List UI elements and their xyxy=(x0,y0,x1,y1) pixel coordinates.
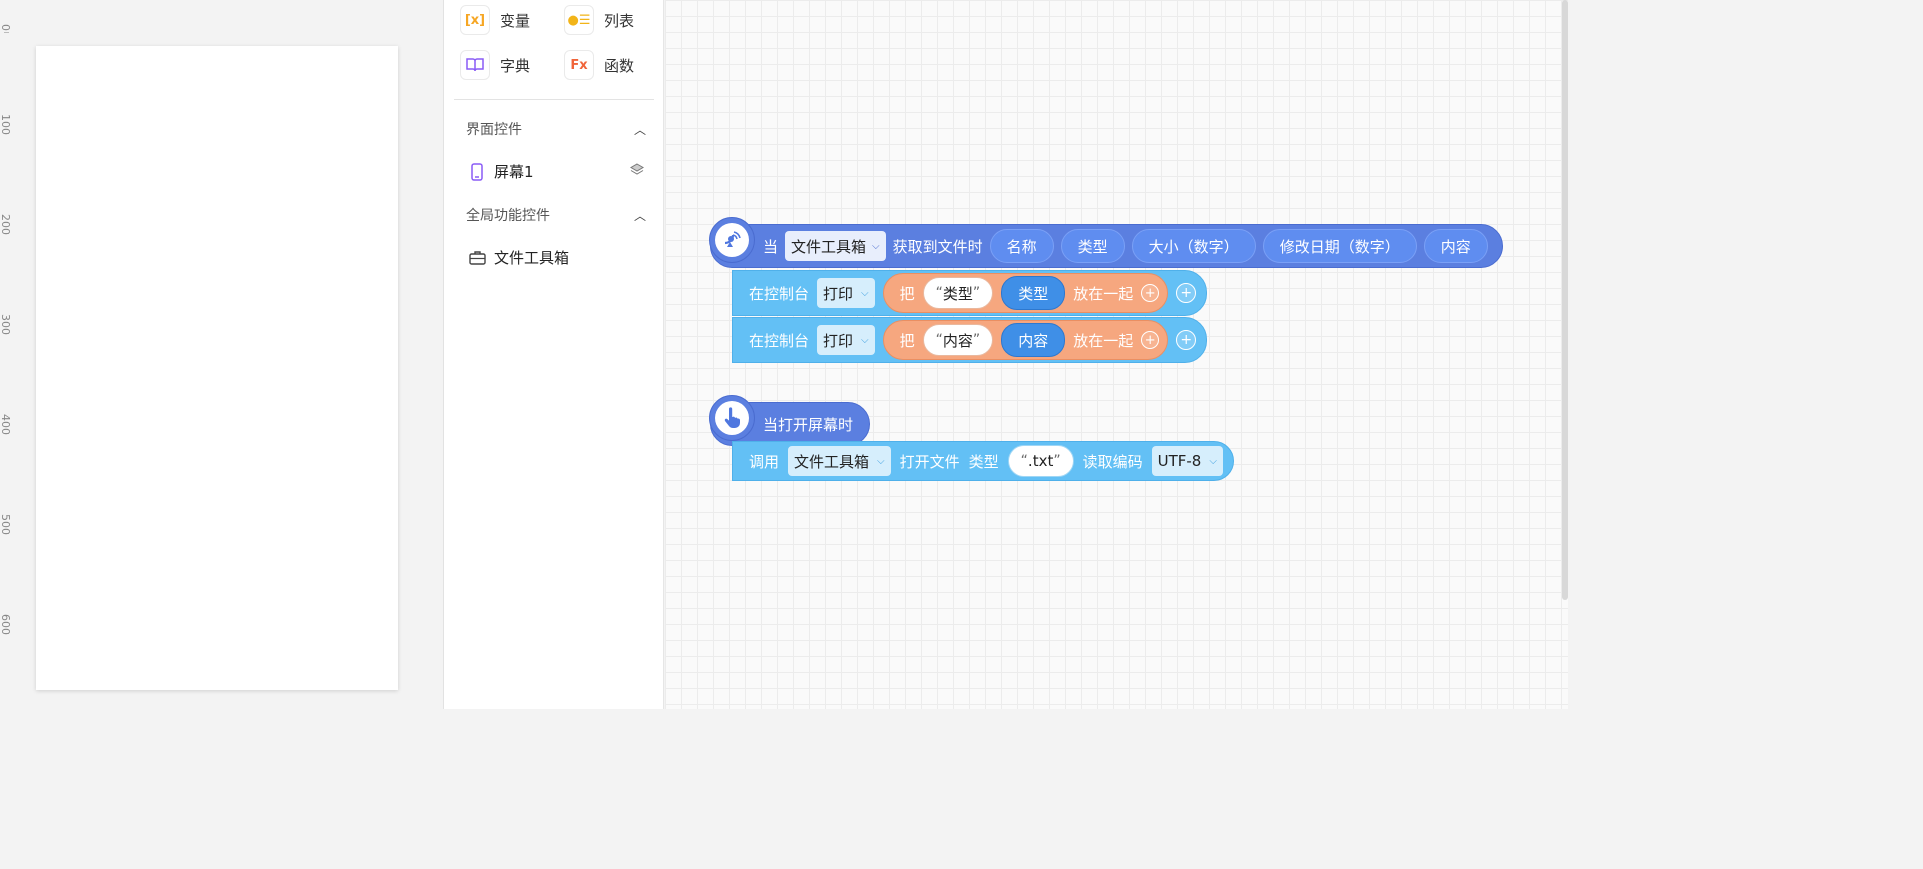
variable-label: 类型 xyxy=(1018,284,1049,303)
ruler-mark xyxy=(4,32,9,33)
chevron-down-icon: ⌵ xyxy=(872,240,880,252)
param-type[interactable]: 类型 xyxy=(1060,229,1125,263)
call-label: 调用 xyxy=(749,452,780,471)
satellite-icon xyxy=(709,217,755,263)
chevron-up-icon[interactable]: ︿ xyxy=(634,121,646,138)
function-icon: Fx xyxy=(564,50,594,80)
call-open-file-block[interactable]: 调用 文件工具箱 ⌵ 打开文件 类型 “.txt” 读取编码 UTF-8 ⌵ xyxy=(732,441,1234,481)
chevron-down-icon: ⌵ xyxy=(861,287,869,299)
param-label: 修改日期（数字） xyxy=(1279,237,1400,256)
when-label: 当 xyxy=(763,237,779,256)
book-icon xyxy=(460,50,490,80)
join-block[interactable]: 把 “类型” 类型 放在一起 + xyxy=(882,273,1169,313)
section-title: 全局功能控件 xyxy=(466,208,550,224)
list-icon: ●☰ xyxy=(564,5,594,35)
string-literal[interactable]: “内容” xyxy=(922,324,994,356)
plus-icon[interactable]: + xyxy=(1141,284,1160,302)
plus-icon[interactable]: + xyxy=(1176,283,1197,303)
join-suffix: 放在一起 xyxy=(1073,331,1134,350)
tool-variable[interactable]: [x] 变量 xyxy=(460,4,530,36)
chevron-down-icon: ⌵ xyxy=(1209,455,1217,467)
action-dropdown[interactable]: 打印 ⌵ xyxy=(817,325,875,355)
statement-label: 在控制台 xyxy=(749,284,810,303)
variable-icon: [x] xyxy=(460,5,490,35)
section-ui-controls[interactable]: 界面控件 ︿ xyxy=(466,119,646,139)
string-value: 内容 xyxy=(942,331,973,350)
console-print-block[interactable]: 在控制台 打印 ⌵ 把 “类型” 类型 放在一起 + + xyxy=(732,270,1208,316)
chevron-down-icon: ⌵ xyxy=(877,455,885,467)
vertical-ruler: 0 100 200 300 400 500 600 xyxy=(0,0,14,709)
param-label: 名称 xyxy=(1006,237,1037,256)
param-label: 内容 xyxy=(1440,237,1471,256)
block-palette: [x] 变量 ●☰ 列表 字典 Fx 函数 界面控件 ︿ 屏幕1 全局功能控件 … xyxy=(444,0,664,709)
variable-reference[interactable]: 内容 xyxy=(1001,323,1066,357)
chevron-up-icon[interactable]: ︿ xyxy=(634,207,646,224)
section-title: 界面控件 xyxy=(466,122,522,138)
param-label: 大小（数字） xyxy=(1148,237,1239,256)
tool-list[interactable]: ●☰ 列表 xyxy=(564,4,634,36)
blocks-workspace[interactable]: 当 文件工具箱 ⌵ 获取到文件时 名称 类型 大小（数字） 修改日期（数字） 内… xyxy=(665,0,1568,709)
tool-label: 字典 xyxy=(500,56,531,75)
join-label: 把 xyxy=(899,331,915,350)
variable-reference[interactable]: 类型 xyxy=(1001,276,1066,310)
tool-function[interactable]: Fx 函数 xyxy=(564,49,634,81)
console-print-block[interactable]: 在控制台 打印 ⌵ 把 “内容” 内容 放在一起 + + xyxy=(732,317,1208,363)
component-dropdown[interactable]: 文件工具箱 ⌵ xyxy=(785,231,886,261)
component-dropdown[interactable]: 文件工具箱 ⌵ xyxy=(788,446,891,476)
file-toolbox-item[interactable]: 文件工具箱 xyxy=(468,247,644,268)
param-size[interactable]: 大小（数字） xyxy=(1131,229,1256,263)
palette-divider xyxy=(454,99,654,100)
dropdown-value: 文件工具箱 xyxy=(791,237,867,256)
plus-icon[interactable]: + xyxy=(1176,330,1197,350)
param-label: 类型 xyxy=(1077,237,1108,256)
join-suffix: 放在一起 xyxy=(1073,284,1134,303)
screen-preview[interactable] xyxy=(36,46,398,690)
string-value: 类型 xyxy=(942,284,973,303)
param-name[interactable]: 名称 xyxy=(989,229,1054,263)
phone-icon xyxy=(468,162,486,181)
event-label: 当打开屏幕时 xyxy=(763,415,854,434)
encoding-label: 读取编码 xyxy=(1082,452,1143,471)
tool-label: 函数 xyxy=(604,56,635,75)
param-modified-date[interactable]: 修改日期（数字） xyxy=(1262,229,1417,263)
plus-icon[interactable]: + xyxy=(1141,331,1160,349)
variable-label: 内容 xyxy=(1018,331,1049,350)
join-label: 把 xyxy=(899,284,915,303)
string-literal[interactable]: “类型” xyxy=(922,277,994,309)
screen-item-label: 屏幕1 xyxy=(494,163,534,181)
string-literal[interactable]: “.txt” xyxy=(1007,445,1074,477)
dropdown-value: 打印 xyxy=(823,284,854,303)
encoding-dropdown[interactable]: UTF-8 ⌵ xyxy=(1151,446,1223,476)
dropdown-value: UTF-8 xyxy=(1157,452,1202,470)
event-label: 获取到文件时 xyxy=(892,237,983,256)
vertical-scrollbar[interactable] xyxy=(1562,0,1568,600)
file-toolbox-label: 文件工具箱 xyxy=(494,249,570,267)
screen-item[interactable]: 屏幕1 xyxy=(468,161,644,182)
method-label: 打开文件 xyxy=(899,452,960,471)
join-block[interactable]: 把 “内容” 内容 放在一起 + xyxy=(882,320,1169,360)
string-value: .txt xyxy=(1027,452,1054,470)
event-block-file-received[interactable]: 当 文件工具箱 ⌵ 获取到文件时 名称 类型 大小（数字） 修改日期（数字） 内… xyxy=(710,224,1503,268)
tool-label: 变量 xyxy=(500,11,531,30)
action-dropdown[interactable]: 打印 ⌵ xyxy=(817,278,875,308)
type-label: 类型 xyxy=(968,452,999,471)
tool-dictionary[interactable]: 字典 xyxy=(460,49,530,81)
chevron-down-icon: ⌵ xyxy=(861,334,869,346)
hand-pointer-icon xyxy=(709,395,755,441)
dropdown-value: 文件工具箱 xyxy=(794,452,870,471)
tool-label: 列表 xyxy=(604,11,635,30)
dropdown-value: 打印 xyxy=(823,331,854,350)
param-content[interactable]: 内容 xyxy=(1423,229,1488,263)
toolbox-icon xyxy=(468,250,486,265)
section-global-controls[interactable]: 全局功能控件 ︿ xyxy=(466,205,646,225)
statement-label: 在控制台 xyxy=(749,331,810,350)
layers-icon[interactable] xyxy=(630,162,644,181)
